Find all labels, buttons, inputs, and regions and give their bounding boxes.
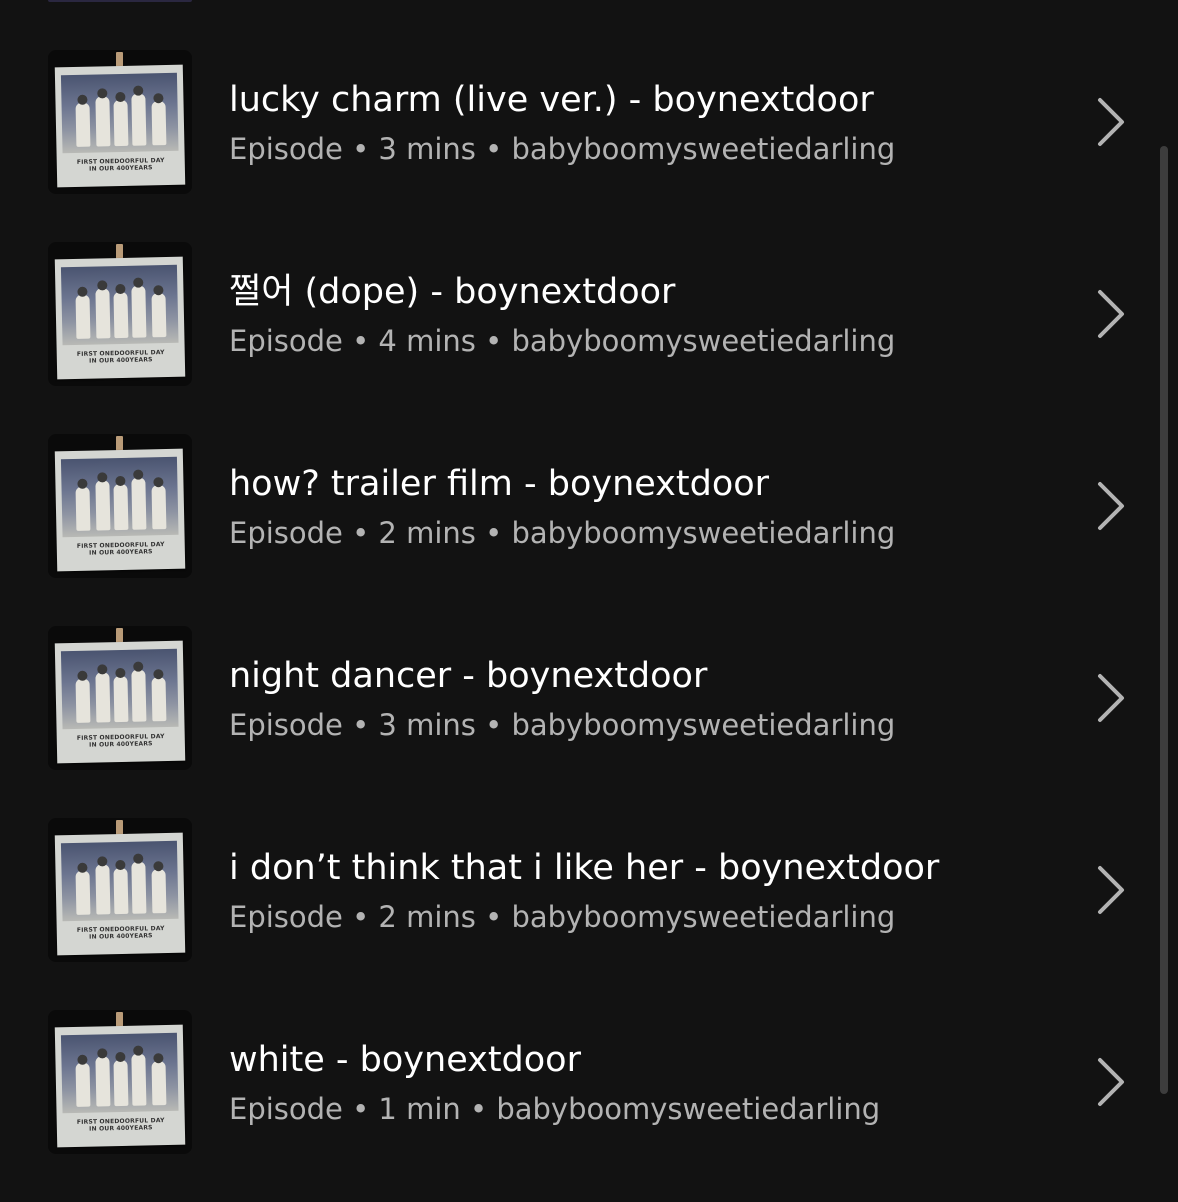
episode-title[interactable]: 쩔어 (dope) - boynextdoor xyxy=(229,270,675,314)
cover-caption: FIRST ONEDOORFUL DAY IN OUR 400YEARS xyxy=(76,925,165,941)
cover-caption: FIRST ONEDOORFUL DAY IN OUR 400YEARS xyxy=(76,541,165,557)
episode-cover-image: FIRST ONEDOORFUL DAY IN OUR 400YEARS xyxy=(48,626,192,770)
cover-caption: FIRST ONEDOORFUL DAY IN OUR 400YEARS xyxy=(76,157,165,173)
chevron-right-icon[interactable] xyxy=(1094,480,1130,532)
polaroid-graphic: FIRST ONEDOORFUL DAY IN OUR 400YEARS xyxy=(54,1024,186,1148)
episode-row[interactable]: FIRST ONEDOORFUL DAY IN OUR 400YEARS nigh… xyxy=(0,626,1150,818)
polaroid-graphic: FIRST ONEDOORFUL DAY IN OUR 400YEARS xyxy=(54,832,186,956)
scrollbar[interactable] xyxy=(1160,146,1168,1094)
episode-cover-image: FIRST ONEDOORFUL DAY IN OUR 400YEARS xyxy=(48,50,192,194)
chevron-right-icon[interactable] xyxy=(1094,96,1130,148)
group-photo xyxy=(60,648,179,730)
episode-row[interactable]: FIRST ONEDOORFUL DAY IN OUR 400YEARS i do… xyxy=(0,818,1150,1010)
episode-row[interactable]: FIRST ONEDOORFUL DAY IN OUR 400YEARS whit… xyxy=(0,1010,1150,1202)
episode-title[interactable]: how? trailer film - boynextdoor xyxy=(229,462,769,506)
cover-caption: FIRST ONEDOORFUL DAY IN OUR 400YEARS xyxy=(76,349,165,365)
group-photo xyxy=(60,456,179,538)
episode-title[interactable]: i don’t think that i like her - boynextd… xyxy=(229,846,939,890)
polaroid-graphic: FIRST ONEDOORFUL DAY IN OUR 400YEARS xyxy=(54,256,186,380)
episode-row[interactable]: FIRST ONEDOORFUL DAY IN OUR 400YEARS 쩔어 (… xyxy=(0,242,1150,434)
episode-meta: Episode • 3 mins • babyboomysweetiedarli… xyxy=(229,708,896,742)
chevron-right-icon[interactable] xyxy=(1094,1056,1130,1108)
episode-cover-image: FIRST ONEDOORFUL DAY IN OUR 400YEARS xyxy=(48,242,192,386)
group-photo xyxy=(60,1032,179,1114)
episode-row[interactable]: FIRST ONEDOORFUL DAY IN OUR 400YEARS luck… xyxy=(0,50,1150,242)
polaroid-graphic: FIRST ONEDOORFUL DAY IN OUR 400YEARS xyxy=(54,64,186,188)
episode-cover-image: FIRST ONEDOORFUL DAY IN OUR 400YEARS xyxy=(48,818,192,962)
episode-meta: Episode • 1 min • babyboomysweetiedarlin… xyxy=(229,1092,881,1126)
cover-caption: FIRST ONEDOORFUL DAY IN OUR 400YEARS xyxy=(76,733,165,749)
episode-cover-image: FIRST ONEDOORFUL DAY IN OUR 400YEARS xyxy=(48,434,192,578)
polaroid-graphic: FIRST ONEDOORFUL DAY IN OUR 400YEARS xyxy=(54,640,186,764)
episode-title[interactable]: white - boynextdoor xyxy=(229,1038,581,1082)
group-photo xyxy=(60,264,179,346)
episode-meta: Episode • 2 mins • babyboomysweetiedarli… xyxy=(229,900,896,934)
chevron-right-icon[interactable] xyxy=(1094,672,1130,724)
episode-row[interactable]: FIRST ONEDOORFUL DAY IN OUR 400YEARS how?… xyxy=(0,434,1150,626)
group-photo xyxy=(60,72,179,154)
cover-caption: FIRST ONEDOORFUL DAY IN OUR 400YEARS xyxy=(76,1117,165,1133)
episode-meta: Episode • 2 mins • babyboomysweetiedarli… xyxy=(229,516,896,550)
episode-title[interactable]: lucky charm (live ver.) - boynextdoor xyxy=(229,78,874,122)
episode-meta: Episode • 3 mins • babyboomysweetiedarli… xyxy=(229,132,896,166)
chevron-right-icon[interactable] xyxy=(1094,288,1130,340)
polaroid-graphic: FIRST ONEDOORFUL DAY IN OUR 400YEARS xyxy=(54,448,186,572)
episode-meta: Episode • 4 mins • babyboomysweetiedarli… xyxy=(229,324,896,358)
group-photo xyxy=(60,840,179,922)
episode-title[interactable]: night dancer - boynextdoor xyxy=(229,654,707,698)
previous-item-edge xyxy=(48,0,192,2)
chevron-right-icon[interactable] xyxy=(1094,864,1130,916)
episode-cover-image: FIRST ONEDOORFUL DAY IN OUR 400YEARS xyxy=(48,1010,192,1154)
